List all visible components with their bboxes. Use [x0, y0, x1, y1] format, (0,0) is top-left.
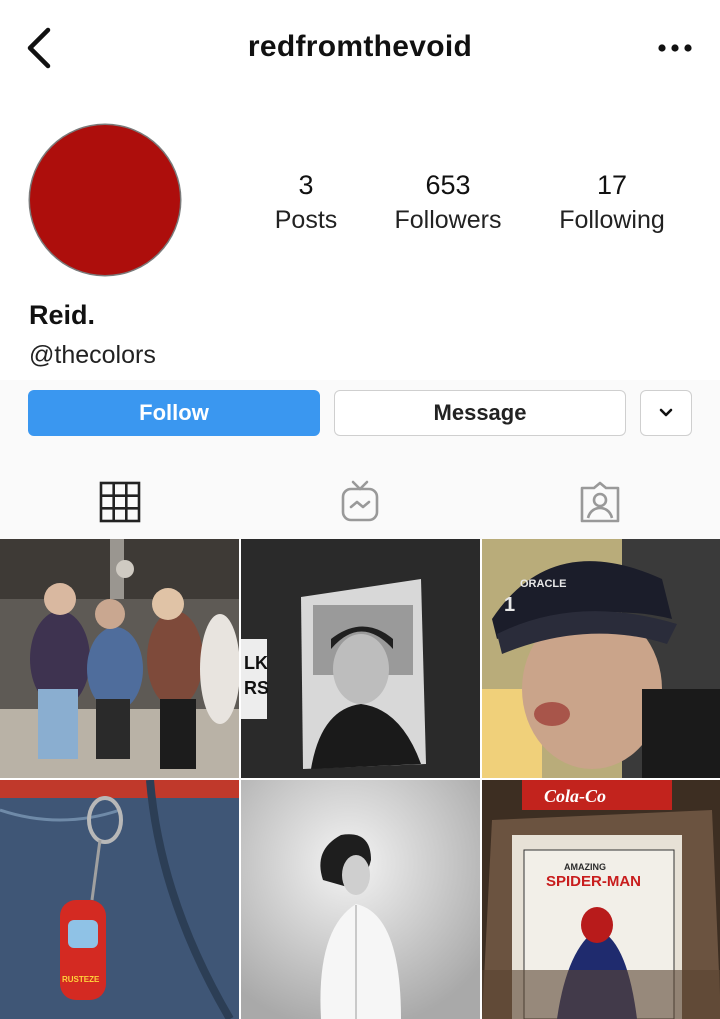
tab-tagged[interactable]: [576, 478, 624, 526]
stat-following[interactable]: 17 Following: [537, 168, 687, 238]
stat-posts: 3 Posts: [231, 168, 381, 238]
cap-number-text: 1: [504, 594, 515, 616]
tab-posts-grid[interactable]: [96, 478, 144, 526]
profile-username-title: redfromthevoid: [247, 30, 473, 63]
follow-button[interactable]: Follow: [28, 390, 320, 436]
message-button[interactable]: Message: [334, 390, 626, 436]
stat-posts-count: 3: [298, 170, 314, 200]
keychain-text: RUSTEZE: [62, 975, 100, 984]
tagged-person-icon: [580, 481, 620, 523]
stat-followers-label: Followers: [394, 206, 502, 234]
post-thumbnail-bw-poster[interactable]: LK RS: [241, 539, 480, 778]
grid-icon: [99, 481, 141, 523]
avatar[interactable]: [30, 125, 180, 275]
more-options-button[interactable]: [652, 28, 700, 68]
poster-side-text-1: LK: [244, 653, 268, 673]
cap-brand-text: ORACLE: [520, 578, 566, 590]
poster-side-text-2: RS: [244, 678, 269, 698]
comic-brand-text: Cola-Co: [544, 786, 606, 806]
post-thumbnail-comics[interactable]: Cola-Co AMAZING SPIDER-MAN: [482, 780, 720, 1019]
suggested-accounts-button[interactable]: [640, 390, 692, 436]
stat-posts-label: Posts: [274, 206, 338, 234]
igtv-icon: [341, 480, 379, 522]
stat-following-label: Following: [559, 206, 665, 234]
posts-grid: LK RS ORACLE 1 RUSTEZE Cola-Co AMAZING S…: [0, 539, 720, 1019]
profile-name: Reid.: [29, 300, 96, 330]
chevron-down-icon: [659, 408, 673, 417]
stat-followers[interactable]: 653 Followers: [373, 168, 523, 238]
stat-following-count: 17: [596, 170, 628, 200]
profile-handle[interactable]: @thecolors: [29, 341, 156, 370]
post-thumbnail-studio-group[interactable]: [0, 539, 239, 778]
comic-title: SPIDER-MAN: [546, 873, 641, 890]
stat-followers-count: 653: [425, 170, 471, 200]
post-thumbnail-keychain[interactable]: RUSTEZE: [0, 780, 239, 1019]
more-horizontal-icon: [658, 44, 692, 52]
comic-title-top: AMAZING: [564, 862, 606, 872]
tab-igtv[interactable]: [336, 478, 384, 526]
post-thumbnail-selfie-cap[interactable]: ORACLE 1: [482, 539, 720, 778]
post-thumbnail-bw-portrait[interactable]: [241, 780, 480, 1019]
